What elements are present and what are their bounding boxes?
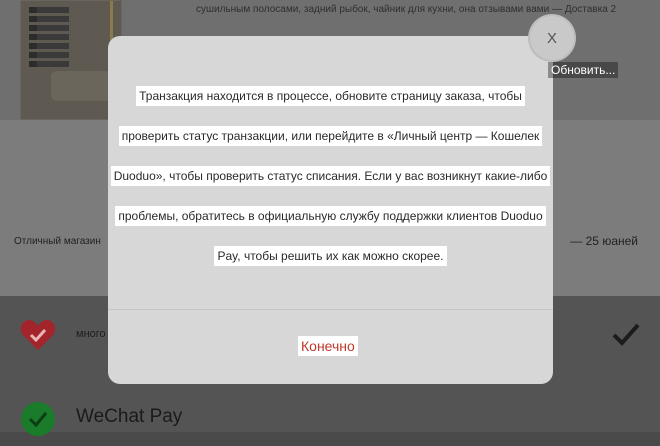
close-icon[interactable]: X	[530, 16, 574, 60]
thumbnail-menu	[29, 7, 69, 70]
confirm-button[interactable]: Конечно	[298, 336, 358, 356]
shop-label: Отличный магазин	[14, 236, 101, 247]
transaction-dialog: Транзакция находится в процессе, обновит…	[108, 36, 553, 384]
payment-name: WeChat Pay	[76, 406, 183, 427]
checkmark-icon	[612, 322, 640, 351]
message-line: проблемы, обратитесь в официальную служб…	[115, 206, 546, 226]
shop-price: — 25 юаней	[570, 234, 638, 248]
message-line: Duoduo», чтобы проверить статус списания…	[110, 166, 551, 186]
product-description: сушильным полосами, задний рыбок, чайник…	[196, 4, 616, 15]
payment-option-2[interactable]: WeChat Pay	[0, 394, 660, 446]
thumbnail-detail	[51, 71, 111, 101]
product-thumbnail[interactable]	[20, 0, 122, 120]
refresh-label: Обновить...	[548, 62, 619, 78]
payment-name: много	[76, 328, 106, 340]
dialog-divider	[108, 309, 553, 310]
wechat-check-icon	[20, 402, 56, 436]
message-line: Транзакция находится в процессе, обновит…	[136, 86, 525, 106]
dialog-message: Транзакция находится в процессе, обновит…	[108, 86, 553, 286]
message-line: Pay, чтобы решить их как можно скорее.	[214, 246, 447, 266]
heart-check-icon	[20, 318, 56, 352]
message-line: проверить статус транзакции, или перейди…	[118, 126, 543, 146]
